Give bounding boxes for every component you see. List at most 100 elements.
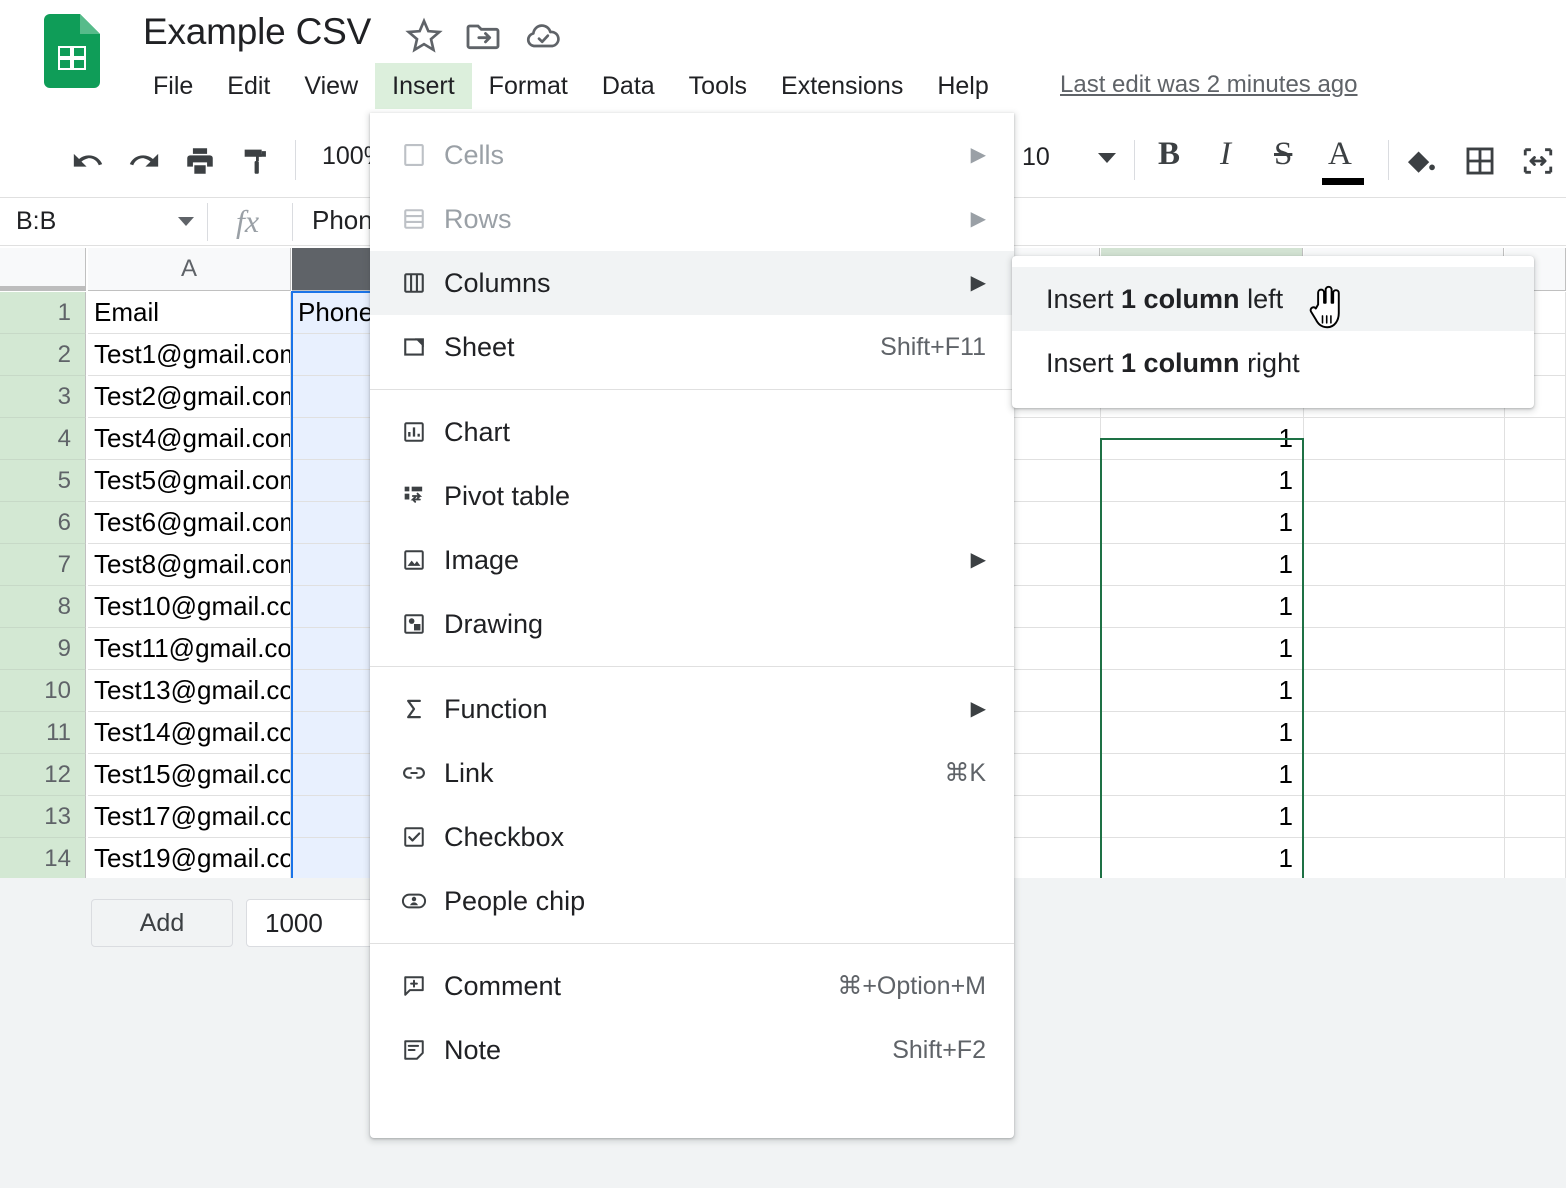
select-all-corner[interactable] — [0, 248, 86, 286]
cell-empty-r6-c3[interactable] — [1304, 502, 1505, 544]
cell-a3[interactable]: Test2@gmail.com — [88, 376, 291, 418]
row-header-9[interactable]: 9 — [0, 628, 86, 670]
row-header-3[interactable]: 3 — [0, 376, 86, 418]
paint-format-icon[interactable] — [232, 137, 280, 185]
name-box[interactable]: B:B — [16, 207, 192, 239]
cell-green-r10[interactable]: 1 — [1101, 670, 1304, 712]
cell-green-r7[interactable]: 1 — [1101, 544, 1304, 586]
menu-item-edit[interactable]: Edit — [210, 63, 287, 109]
text-color-button[interactable]: A — [1328, 136, 1352, 173]
insert-menu-item-people-chip[interactable]: People chip — [370, 869, 1014, 933]
cell-a1[interactable]: Email — [88, 292, 291, 334]
cell-empty-r11-c4[interactable] — [1505, 712, 1566, 754]
cell-a6[interactable]: Test6@gmail.com — [88, 502, 291, 544]
insert-menu-item-sheet[interactable]: SheetShift+F11 — [370, 315, 1014, 379]
cell-empty-r4-c4[interactable] — [1505, 418, 1566, 460]
menu-item-format[interactable]: Format — [472, 63, 585, 109]
move-to-folder-icon[interactable] — [463, 16, 503, 56]
insert-menu-item-columns[interactable]: Columns▶ — [370, 251, 1014, 315]
cell-empty-r12-c4[interactable] — [1505, 754, 1566, 796]
cell-empty-r12-c3[interactable] — [1304, 754, 1505, 796]
insert-menu-item-pivot-table[interactable]: Pivot table — [370, 464, 1014, 528]
cell-empty-r4-c3[interactable] — [1304, 418, 1505, 460]
cell-a14[interactable]: Test19@gmail.com — [88, 838, 291, 880]
row-header-10[interactable]: 10 — [0, 670, 86, 712]
row-header-7[interactable]: 7 — [0, 544, 86, 586]
cell-a4[interactable]: Test4@gmail.com — [88, 418, 291, 460]
document-title[interactable]: Example CSV — [143, 11, 371, 53]
row-header-11[interactable]: 11 — [0, 712, 86, 754]
menu-item-tools[interactable]: Tools — [672, 63, 764, 109]
insert-menu-item-checkbox[interactable]: Checkbox — [370, 805, 1014, 869]
cell-a11[interactable]: Test14@gmail.com — [88, 712, 291, 754]
row-header-2[interactable]: 2 — [0, 334, 86, 376]
row-header-4[interactable]: 4 — [0, 418, 86, 460]
insert-menu-item-note[interactable]: NoteShift+F2 — [370, 1018, 1014, 1082]
submenu-item-insert-1-column-left[interactable]: Insert 1 column left — [1012, 267, 1534, 331]
cell-green-r13[interactable]: 1 — [1101, 796, 1304, 838]
cell-empty-r13-c3[interactable] — [1304, 796, 1505, 838]
cell-a13[interactable]: Test17@gmail.com — [88, 796, 291, 838]
cell-empty-r13-c4[interactable] — [1505, 796, 1566, 838]
cell-a12[interactable]: Test15@gmail.com — [88, 754, 291, 796]
star-icon[interactable] — [404, 16, 444, 56]
insert-menu-item-comment[interactable]: Comment⌘+Option+M — [370, 954, 1014, 1018]
insert-menu-item-chart[interactable]: Chart — [370, 400, 1014, 464]
insert-menu-item-image[interactable]: Image▶ — [370, 528, 1014, 592]
row-header-1[interactable]: 1 — [0, 292, 86, 334]
submenu-item-insert-1-column-right[interactable]: Insert 1 column right — [1012, 331, 1534, 395]
fill-color-icon[interactable] — [1396, 137, 1444, 185]
cell-a2[interactable]: Test1@gmail.com — [88, 334, 291, 376]
insert-menu-item-drawing[interactable]: Drawing — [370, 592, 1014, 656]
cell-empty-r11-c3[interactable] — [1304, 712, 1505, 754]
font-size-value[interactable]: 10 — [1022, 143, 1050, 172]
cell-green-r6[interactable]: 1 — [1101, 502, 1304, 544]
cell-empty-r7-c3[interactable] — [1304, 544, 1505, 586]
cell-a9[interactable]: Test11@gmail.com — [88, 628, 291, 670]
row-header-6[interactable]: 6 — [0, 502, 86, 544]
add-button[interactable]: Add — [91, 899, 233, 947]
undo-icon[interactable] — [64, 137, 112, 185]
font-size-chevron-down-icon[interactable] — [1098, 153, 1116, 163]
italic-button[interactable]: I — [1220, 136, 1231, 173]
cell-empty-r14-c3[interactable] — [1304, 838, 1505, 880]
menu-item-insert[interactable]: Insert — [375, 63, 472, 109]
menu-item-help[interactable]: Help — [920, 63, 1005, 109]
cell-empty-r5-c3[interactable] — [1304, 460, 1505, 502]
cell-empty-r6-c4[interactable] — [1505, 502, 1566, 544]
cell-green-r11[interactable]: 1 — [1101, 712, 1304, 754]
borders-icon[interactable] — [1456, 137, 1504, 185]
cell-empty-r10-c4[interactable] — [1505, 670, 1566, 712]
row-header-5[interactable]: 5 — [0, 460, 86, 502]
cell-a10[interactable]: Test13@gmail.com — [88, 670, 291, 712]
menu-item-file[interactable]: File — [136, 63, 210, 109]
name-box-chevron-down-icon[interactable] — [178, 217, 194, 226]
cell-empty-r7-c4[interactable] — [1505, 544, 1566, 586]
menu-item-data[interactable]: Data — [585, 63, 672, 109]
cell-a5[interactable]: Test5@gmail.com — [88, 460, 291, 502]
menu-item-extensions[interactable]: Extensions — [764, 63, 920, 109]
cell-empty-r8-c4[interactable] — [1505, 586, 1566, 628]
cell-empty-r5-c4[interactable] — [1505, 460, 1566, 502]
strikethrough-button[interactable]: S — [1274, 136, 1292, 173]
cell-a7[interactable]: Test8@gmail.com — [88, 544, 291, 586]
cell-green-r9[interactable]: 1 — [1101, 628, 1304, 670]
cell-a8[interactable]: Test10@gmail.com — [88, 586, 291, 628]
cell-green-r8[interactable]: 1 — [1101, 586, 1304, 628]
insert-menu-item-function[interactable]: Function▶ — [370, 677, 1014, 741]
column-header-a[interactable]: A — [88, 248, 291, 291]
cloud-saved-icon[interactable] — [523, 16, 563, 56]
merge-cells-icon[interactable] — [1514, 137, 1562, 185]
cell-empty-r8-c3[interactable] — [1304, 586, 1505, 628]
row-header-13[interactable]: 13 — [0, 796, 86, 838]
print-icon[interactable] — [176, 137, 224, 185]
cell-empty-r9-c3[interactable] — [1304, 628, 1505, 670]
menu-item-view[interactable]: View — [287, 63, 375, 109]
cell-green-r4[interactable]: 1 — [1101, 418, 1304, 460]
last-edit-status[interactable]: Last edit was 2 minutes ago — [1060, 71, 1358, 99]
cell-green-r5[interactable]: 1 — [1101, 460, 1304, 502]
row-header-12[interactable]: 12 — [0, 754, 86, 796]
bold-button[interactable]: B — [1158, 136, 1180, 173]
cell-empty-r10-c3[interactable] — [1304, 670, 1505, 712]
cell-green-r12[interactable]: 1 — [1101, 754, 1304, 796]
